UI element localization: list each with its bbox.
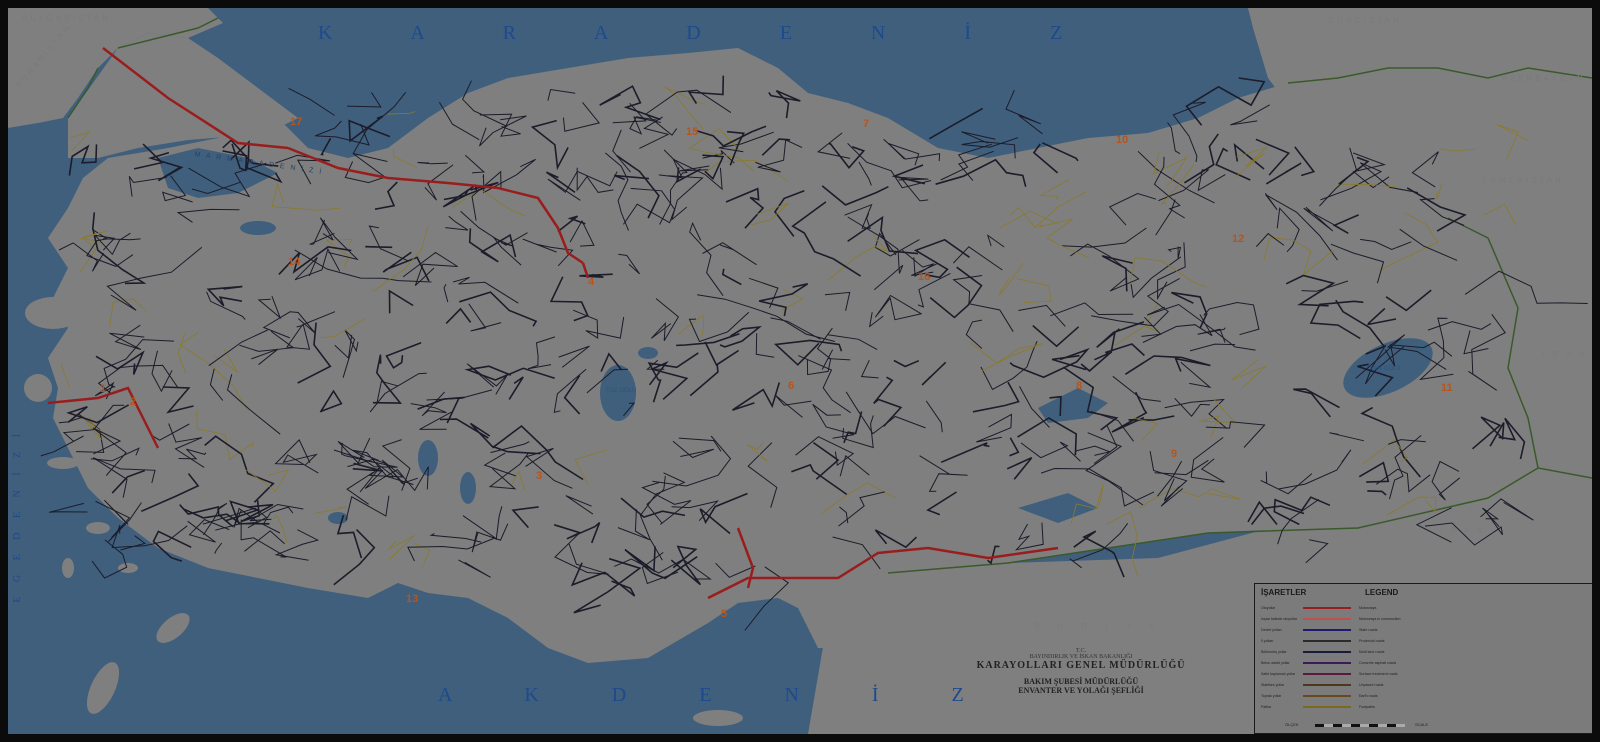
island-3 — [118, 563, 138, 573]
title-line-directorate: KARAYOLLARI GENEL MÜDÜRLÜĞÜ — [976, 660, 1186, 671]
chios-island — [24, 374, 52, 402]
lake-west — [240, 221, 276, 235]
country-label-azerbaijan: AZERBAYCAN — [1502, 74, 1586, 83]
road-map[interactable]: K A R A D E N İ Z A K D E N İ Z E G E D … — [8, 8, 1592, 734]
legend-row-tr: Toprak yollar — [1261, 694, 1282, 698]
legend-line — [1303, 695, 1351, 697]
title-block: T.C. BAYINDIRLIK VE İSKAN BAKANLIĞI KARA… — [956, 648, 1206, 695]
legend-row-en: Motorways in construction — [1359, 617, 1401, 621]
legend-row-tr: Sathi kaplamalı yollar — [1261, 672, 1296, 676]
legend-row-en: Unpaved roads — [1359, 683, 1384, 687]
country-label-georgia: GÜRCİSTAN — [1328, 16, 1402, 25]
legend-row-tr: Patika — [1261, 705, 1271, 709]
lake-southwest — [328, 512, 348, 524]
island-2 — [86, 522, 110, 534]
region-number: 3 — [536, 470, 543, 482]
legend-row-en: Surface treatment roads — [1359, 672, 1398, 676]
country-label-iran: İ R A N — [1542, 350, 1588, 359]
legend-row-en: Multi lane roads — [1359, 650, 1385, 654]
legend-row-tr: Bölünmüş yollar — [1261, 650, 1287, 654]
region-number: 6 — [788, 380, 795, 392]
scale-label-en: SCALE — [1415, 722, 1429, 727]
legend-row-en: Provincial roads — [1359, 639, 1385, 643]
lake-center — [638, 347, 658, 359]
region-number: 16 — [918, 271, 931, 283]
title-line-branch: BAKIM ŞUBESİ MÜDÜRLÜĞÜ — [1023, 677, 1139, 686]
sea-label-ege: E G E D E N İ Z İ — [12, 428, 23, 603]
legend-row-tr: Otoyollar — [1261, 606, 1276, 610]
cyprus-island — [693, 710, 743, 726]
legend-row-tr: Stabilize yollar — [1261, 683, 1285, 687]
country-label-armenia: ERMENİSTAN — [1482, 176, 1564, 185]
road-segment — [120, 535, 147, 551]
road-segment — [365, 245, 393, 249]
legend-row-en: State roads — [1359, 628, 1378, 632]
region-number: 13 — [406, 593, 419, 605]
legend-line — [1303, 673, 1351, 675]
scale-label-tr: ÖLÇEK — [1285, 722, 1299, 727]
country-label-syria: S U R İ Y E — [1034, 622, 1163, 631]
road-segment — [347, 92, 382, 108]
lake-label-van: VAN GÖLÜ — [1370, 366, 1401, 372]
road-segment — [387, 111, 416, 115]
legend-title-en: LEGEND — [1365, 588, 1399, 597]
region-number: 15 — [686, 126, 699, 138]
road-segment — [48, 502, 88, 513]
region-number: 8 — [1076, 380, 1083, 392]
legend-row-en: Earth roads — [1359, 694, 1378, 698]
samos-island — [47, 457, 79, 469]
region-number: 4 — [588, 276, 595, 288]
region-number: 5 — [721, 608, 728, 620]
road-segment — [320, 137, 332, 156]
legend-row-tr: Devlet yolları — [1261, 628, 1282, 632]
legend-row-tr: İnşaa halinde otoyollar — [1261, 617, 1297, 621]
region-number: 1 — [100, 383, 107, 395]
legend-line — [1303, 662, 1351, 664]
road-segment — [348, 115, 391, 143]
legend-line — [1303, 651, 1351, 653]
title-line-section: ENVANTER VE YOLAĞI ŞEFLİĞİ — [1018, 686, 1144, 695]
road-segment — [91, 539, 128, 579]
legend-row-en: Motorways — [1359, 606, 1377, 610]
legend-row-en: Footpaths — [1359, 705, 1375, 709]
legend-line — [1303, 629, 1351, 631]
region-number: 12 — [1232, 233, 1245, 245]
region-number: 14 — [288, 256, 301, 268]
legend-row-tr: Beton asfalt yollar — [1261, 661, 1290, 665]
crete-island — [86, 662, 120, 714]
legend-title-tr: İŞARETLER — [1261, 588, 1307, 597]
sea-label-akdeniz: A K D E N İ Z — [438, 684, 990, 706]
legend-line — [1303, 640, 1351, 642]
region-number: 17 — [290, 116, 303, 128]
map-frame: K A R A D E N İ Z A K D E N İ Z E G E D … — [0, 0, 1600, 742]
egirdir-lake — [460, 472, 476, 504]
country-label-iraq: I R A K — [1440, 526, 1486, 535]
scale-bar — [1315, 724, 1405, 727]
legend-row-tr: İl yolları — [1261, 639, 1274, 643]
sea-label-karadeniz: K A R A D E N İ Z — [318, 22, 1091, 44]
map-legend: İŞARETLER LEGEND Otoyollar Motorways İnşaa… — [1254, 583, 1592, 734]
region-number: 11 — [1441, 382, 1453, 394]
road-segment — [288, 87, 335, 116]
region-number: 10 — [1116, 134, 1129, 146]
region-number: 9 — [1171, 448, 1178, 460]
lake-label-tuz: TUZ GÖLÜ — [606, 388, 637, 394]
lesbos-island — [25, 297, 81, 329]
legend-row-en: Concrete asphalt roads — [1359, 661, 1397, 665]
region-number: 2 — [130, 396, 137, 408]
legend-line — [1303, 684, 1351, 686]
island-4 — [62, 558, 74, 578]
region-number: 7 — [863, 118, 870, 130]
road-segment — [1005, 89, 1043, 135]
rhodes-island — [156, 613, 190, 643]
legend-line — [1303, 706, 1351, 708]
legend-line — [1303, 607, 1351, 609]
legend-line — [1303, 618, 1351, 620]
